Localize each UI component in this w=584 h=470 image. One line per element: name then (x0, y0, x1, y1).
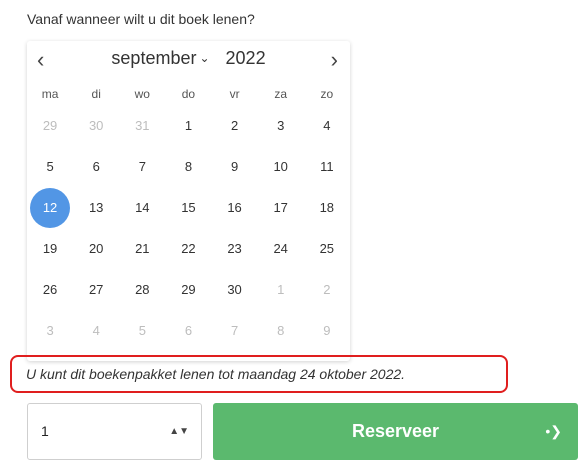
loan-notice: U kunt dit boekenpakket lenen tot maanda… (10, 355, 508, 393)
chevron-down-icon: ⌄ (199, 51, 210, 65)
weekday-label: ma (41, 87, 59, 101)
day-cell: 31 (135, 118, 150, 133)
day-cell[interactable]: 15 (165, 187, 211, 228)
day-cell: 8 (277, 323, 285, 338)
arrow-right-icon: •❯ (545, 423, 562, 439)
chevron-right-icon[interactable]: › (331, 49, 338, 71)
weekday-label: zo (320, 87, 334, 101)
question-label: Vanaf wanneer wilt u dit boek lenen? (27, 11, 255, 27)
day-cell-selected[interactable]: 12 (27, 187, 73, 228)
week-row: 19 20 21 22 23 24 25 (27, 228, 350, 269)
day-cell[interactable]: 10 (258, 146, 304, 187)
day-cell: 4 (92, 323, 100, 338)
day-cell[interactable]: 22 (165, 228, 211, 269)
week-row: 5 6 7 8 9 10 11 (27, 146, 350, 187)
selected-day: 12 (30, 187, 71, 228)
day-cell[interactable]: 8 (165, 146, 211, 187)
reserve-button[interactable]: Reserveer •❯ (213, 403, 578, 460)
day-cell[interactable]: 11 (304, 146, 350, 187)
day-cell[interactable]: 13 (73, 187, 119, 228)
year-label[interactable]: 2022 (226, 48, 266, 68)
quantity-value: 1 (41, 423, 49, 439)
weekday-row: ma di wo do vr za zo (27, 83, 350, 105)
reserve-label: Reserveer (351, 421, 440, 441)
day-cell[interactable]: 5 (27, 146, 73, 187)
weekday-label: za (274, 87, 288, 101)
weekday-label: di (91, 87, 101, 101)
day-cell[interactable]: 20 (73, 228, 119, 269)
week-row: 3 4 5 6 7 8 9 (27, 310, 350, 351)
day-cell[interactable]: 21 (119, 228, 165, 269)
day-cell[interactable]: 7 (119, 146, 165, 187)
day-cell[interactable]: 30 (212, 269, 258, 310)
day-cell: 1 (277, 282, 285, 297)
calendar-header: september ⌄ 2022 (27, 48, 350, 69)
day-cell: 7 (230, 323, 239, 338)
day-cell: 2 (323, 282, 331, 297)
day-cell[interactable]: 18 (304, 187, 350, 228)
day-cell: 29 (42, 118, 58, 133)
day-cell: 6 (184, 323, 193, 338)
week-row: 29 30 31 1 2 3 4 (27, 105, 350, 146)
month-label: september (111, 48, 197, 68)
day-cell[interactable]: 1 (165, 105, 211, 146)
day-cell[interactable]: 27 (73, 269, 119, 310)
quantity-select[interactable]: 1 ▲︎▼ (27, 403, 202, 460)
day-cell[interactable]: 4 (304, 105, 350, 146)
day-cell: 30 (88, 118, 104, 133)
day-cell[interactable]: 26 (27, 269, 73, 310)
weekday-label: vr (229, 87, 240, 101)
weekday-label: do (181, 87, 196, 101)
week-row: 12 13 14 15 16 17 18 (27, 187, 350, 228)
day-cell[interactable]: 6 (73, 146, 119, 187)
day-cell[interactable]: 3 (258, 105, 304, 146)
day-cell[interactable]: 29 (165, 269, 211, 310)
day-cell[interactable]: 14 (119, 187, 165, 228)
day-cell[interactable]: 19 (27, 228, 73, 269)
date-picker: ‹ september ⌄ 2022 › ma di wo do vr za zo … (27, 41, 350, 361)
day-cell[interactable]: 16 (212, 187, 258, 228)
weekday-label: wo (134, 87, 150, 101)
day-cell[interactable]: 2 (212, 105, 258, 146)
day-cell: 9 (323, 323, 331, 338)
day-cell[interactable]: 28 (119, 269, 165, 310)
month-select[interactable]: september ⌄ (111, 48, 209, 68)
day-cell[interactable]: 25 (304, 228, 350, 269)
week-row: 26 27 28 29 30 1 2 (27, 269, 350, 310)
day-cell[interactable]: 23 (212, 228, 258, 269)
day-cell: 3 (46, 323, 54, 338)
day-cell[interactable]: 24 (258, 228, 304, 269)
day-cell: 5 (138, 323, 146, 338)
select-arrows-icon: ▲︎▼ (169, 426, 189, 437)
calendar-grid: ma di wo do vr za zo 29 30 31 1 2 3 4 5 … (27, 83, 350, 351)
day-cell[interactable]: 9 (212, 146, 258, 187)
day-cell[interactable]: 17 (258, 187, 304, 228)
